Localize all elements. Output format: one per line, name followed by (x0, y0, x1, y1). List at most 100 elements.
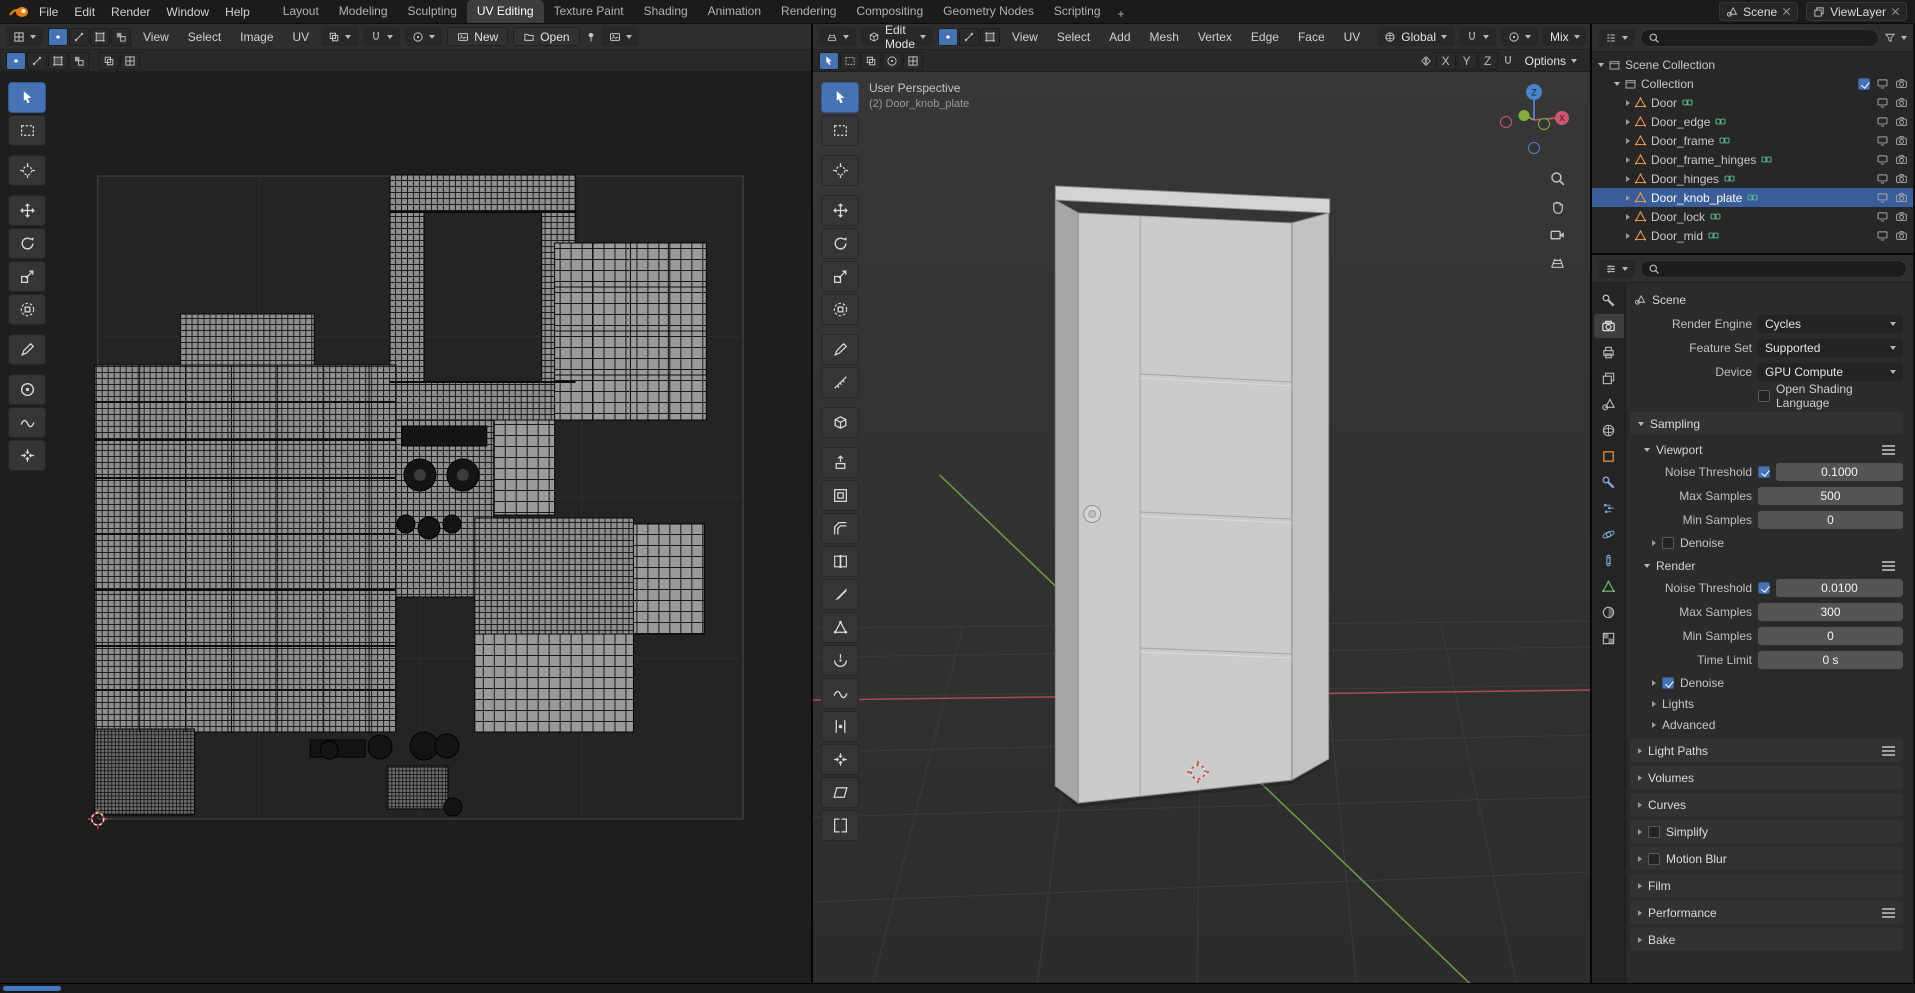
tool-scale-button[interactable] (8, 261, 46, 292)
preset-menu-icon[interactable] (1882, 560, 1895, 563)
tab-texture[interactable] (1594, 626, 1624, 650)
uv-toolsetting-toggle-3[interactable] (48, 51, 68, 70)
outliner-row-collection[interactable]: Collection (1592, 74, 1913, 93)
proportional-dropdown[interactable] (1500, 27, 1538, 46)
tool-transform-button[interactable] (821, 294, 859, 325)
tab-particles[interactable] (1594, 496, 1624, 520)
motion-blur-checkbox[interactable] (1648, 852, 1660, 865)
tab-physics[interactable] (1594, 522, 1624, 546)
workspace-tab-layout[interactable]: Layout (273, 0, 329, 23)
mode-dropdown[interactable]: Edit Mode (861, 23, 934, 51)
subsection-render[interactable]: Render (1630, 555, 1903, 576)
workspace-tab-uv-editing[interactable]: UV Editing (466, 0, 544, 23)
pin-image-icon[interactable] (585, 31, 597, 43)
tool-shear-button[interactable] (821, 777, 859, 808)
properties-search-input[interactable] (1665, 261, 1899, 276)
toggle-perspective-icon[interactable] (1549, 254, 1566, 271)
tool-shrink-fatten-button[interactable] (821, 744, 859, 775)
gizmo-neg-x[interactable] (1500, 116, 1512, 128)
vp-menu-view[interactable]: View (1005, 28, 1045, 46)
section-film[interactable]: Film (1630, 874, 1903, 897)
hide-viewport-icon[interactable] (1876, 96, 1889, 109)
workspace-tab-animation[interactable]: Animation (698, 0, 771, 23)
tool-rotate-button[interactable] (8, 228, 46, 259)
uv-toolsetting-toggle-2[interactable] (27, 51, 47, 70)
tool-add-cube-button[interactable] (821, 407, 859, 438)
viewlayer-selector[interactable]: ViewLayer (1806, 2, 1907, 21)
section-bake[interactable]: Bake (1630, 928, 1903, 951)
render-max-samples-field[interactable]: 300 (1758, 603, 1903, 621)
mirror-z-button[interactable]: Z (1477, 51, 1498, 70)
tab-scene[interactable] (1594, 392, 1624, 416)
vp-toolsetting-toggle-2[interactable] (840, 51, 860, 70)
mirror-y-button[interactable]: Y (1456, 51, 1477, 70)
outliner-row-scene-collection[interactable]: Scene Collection (1592, 55, 1913, 74)
snapping-dropdown[interactable] (1458, 27, 1496, 46)
tool-loop-cut-button[interactable] (821, 546, 859, 577)
uv-sticky-selection-dropdown[interactable] (321, 27, 359, 46)
section-light-paths[interactable]: Light Paths (1630, 739, 1903, 762)
open-image-button[interactable]: Open (513, 27, 580, 46)
select-mode-edge-button[interactable] (959, 27, 980, 46)
scene-selector[interactable]: Scene (1719, 2, 1799, 21)
tool-cursor-button[interactable] (8, 155, 46, 186)
hide-viewport-icon[interactable] (1876, 210, 1889, 223)
vp-menu-select[interactable]: Select (1050, 28, 1097, 46)
viewport-editor-type-button[interactable] (819, 27, 856, 46)
menu-file[interactable]: File (32, 3, 65, 21)
outliner-row-object[interactable]: Door (1592, 93, 1913, 112)
lights-panel[interactable]: Lights (1630, 693, 1903, 714)
advanced-panel[interactable]: Advanced (1630, 714, 1903, 735)
device-dropdown[interactable]: GPU Compute (1758, 363, 1903, 381)
tool-grab-button[interactable] (8, 374, 46, 405)
unlink-scene-icon[interactable] (1782, 7, 1791, 16)
tab-object-data[interactable] (1594, 574, 1624, 598)
render-min-samples-field[interactable]: 0 (1758, 627, 1903, 645)
osl-checkbox[interactable] (1758, 390, 1770, 402)
uv-menu-view[interactable]: View (136, 28, 176, 46)
preset-menu-icon[interactable] (1882, 444, 1895, 447)
tool-edge-slide-button[interactable] (821, 711, 859, 742)
uv-select-edge-button[interactable] (69, 27, 89, 46)
render-engine-dropdown[interactable]: Cycles (1758, 315, 1903, 333)
blender-logo-icon[interactable] (8, 5, 30, 19)
section-curves[interactable]: Curves (1630, 793, 1903, 816)
uv-menu-select[interactable]: Select (181, 28, 228, 46)
render-noise-threshold-checkbox[interactable] (1758, 582, 1770, 594)
uv-snapping-dropdown[interactable] (363, 27, 401, 46)
disable-render-icon[interactable] (1895, 229, 1908, 242)
tool-scale-button[interactable] (821, 261, 859, 292)
feature-set-dropdown[interactable]: Supported (1758, 339, 1903, 357)
remove-viewlayer-icon[interactable] (1891, 7, 1900, 16)
workspace-tab-sculpting[interactable]: Sculpting (398, 0, 467, 23)
zoom-icon[interactable] (1549, 170, 1566, 187)
orientation-dropdown[interactable]: Global (1377, 27, 1454, 46)
menu-edit[interactable]: Edit (67, 3, 102, 21)
uv-menu-image[interactable]: Image (233, 28, 280, 46)
tab-view-layer[interactable] (1594, 366, 1624, 390)
disable-render-icon[interactable] (1895, 115, 1908, 128)
tool-pinch-button[interactable] (8, 440, 46, 471)
tool-relax-button[interactable] (8, 407, 46, 438)
tool-smooth-button[interactable] (821, 678, 859, 709)
section-performance[interactable]: Performance (1630, 901, 1903, 924)
disable-render-icon[interactable] (1895, 134, 1908, 147)
tab-modifiers[interactable] (1594, 470, 1624, 494)
section-volumes[interactable]: Volumes (1630, 766, 1903, 789)
disable-render-icon[interactable] (1895, 96, 1908, 109)
mirror-x-button[interactable]: X (1435, 51, 1456, 70)
workspace-tab-rendering[interactable]: Rendering (771, 0, 846, 23)
outliner-row-object[interactable]: Door_lock (1592, 207, 1913, 226)
door-mesh[interactable] (1054, 185, 1331, 804)
uv-select-island-button[interactable] (111, 27, 131, 46)
vp-toolsetting-toggle-5[interactable] (903, 51, 923, 70)
tool-extrude-region-button[interactable] (821, 447, 859, 478)
tool-move-button[interactable] (821, 195, 859, 226)
select-mode-face-button[interactable] (980, 27, 1001, 46)
uv-canvas[interactable] (0, 72, 811, 983)
vp-menu-mesh[interactable]: Mesh (1143, 28, 1186, 46)
vp-toolsetting-toggle-1[interactable] (819, 51, 839, 70)
viewport-canvas[interactable]: User Perspective (2) Door_knob_plate X Z (813, 72, 1590, 983)
uv-proportional-dropdown[interactable] (405, 27, 443, 46)
tool-bevel-button[interactable] (821, 513, 859, 544)
